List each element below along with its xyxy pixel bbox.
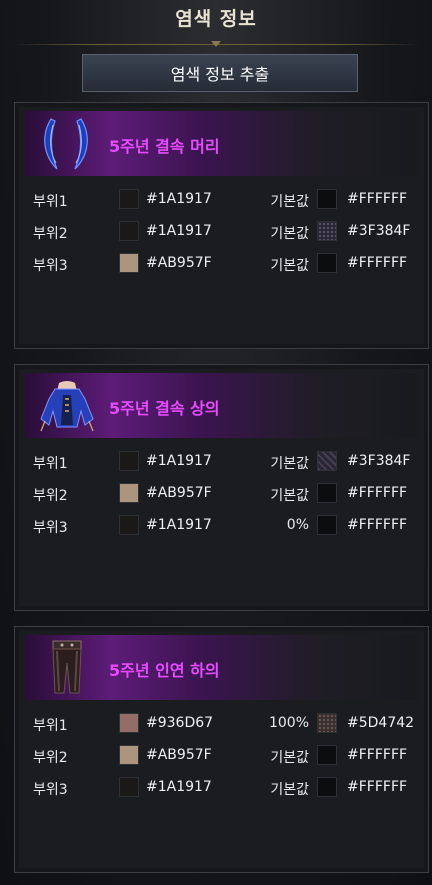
dye-part-row: 부위1 #936D67 100% #5D4742 — [33, 713, 428, 735]
color-swatch[interactable] — [119, 713, 139, 733]
pattern-hex: #FFFFFF — [347, 747, 408, 763]
part-label: 부위2 — [33, 226, 68, 242]
pattern-hex: #5D4742 — [347, 715, 415, 731]
item-name: 5주년 결속 상의 — [109, 399, 220, 418]
color-hex: #1A1917 — [146, 223, 212, 239]
pattern-hex: #FFFFFF — [347, 517, 408, 533]
dye-part-row: 부위3 #1A1917 0% #FFFFFF — [33, 515, 428, 537]
color-swatch[interactable] — [119, 451, 139, 471]
color-hex: #AB957F — [146, 255, 212, 271]
dress-top-icon — [40, 381, 94, 432]
color-hex: #1A1917 — [146, 779, 212, 795]
part-value: 기본값 — [270, 456, 309, 472]
color-swatch[interactable] — [119, 483, 139, 503]
pattern-hex: #3F384F — [347, 223, 411, 239]
dye-part-row: 부위1 #1A1917 기본값 #3F384F — [33, 451, 428, 473]
color-hex: #1A1917 — [146, 517, 212, 533]
color-hex: #936D67 — [146, 715, 214, 731]
part-value: 기본값 — [270, 226, 309, 242]
dye-part-row: 부위3 #AB957F 기본값 #FFFFFF — [33, 253, 428, 275]
color-hex: #AB957F — [146, 485, 212, 501]
pattern-swatch[interactable] — [317, 483, 337, 503]
dye-part-row: 부위1 #1A1917 기본값 #FFFFFF — [33, 189, 428, 211]
pattern-swatch[interactable] — [317, 745, 337, 765]
pattern-swatch[interactable] — [317, 221, 337, 241]
item-panel-top: 5주년 결속 상의 부위1 #1A1917 기본값 #3F384F 부위2 #A… — [14, 364, 429, 611]
pattern-swatch[interactable] — [317, 253, 337, 273]
part-label: 부위1 — [33, 456, 68, 472]
color-swatch[interactable] — [119, 745, 139, 765]
color-hex: #1A1917 — [146, 191, 212, 207]
title-notch-icon — [211, 41, 221, 47]
item-name: 5주년 결속 머리 — [109, 137, 220, 156]
pants-icon — [52, 640, 82, 694]
part-value: 기본값 — [270, 782, 309, 798]
part-label: 부위1 — [33, 718, 68, 734]
pattern-swatch[interactable] — [317, 451, 337, 471]
dye-part-row: 부위3 #1A1917 기본값 #FFFFFF — [33, 777, 428, 799]
part-label: 부위1 — [33, 194, 68, 210]
pattern-swatch[interactable] — [317, 515, 337, 535]
part-value: 기본값 — [270, 194, 309, 210]
part-label: 부위3 — [33, 258, 68, 274]
item-panel-bottom: 5주년 인연 하의 부위1 #936D67 100% #5D4742 부위2 #… — [14, 626, 429, 873]
color-hex: #AB957F — [146, 747, 212, 763]
pattern-hex: #FFFFFF — [347, 485, 408, 501]
pattern-hex: #FFFFFF — [347, 191, 408, 207]
pattern-swatch[interactable] — [317, 189, 337, 209]
color-swatch[interactable] — [119, 221, 139, 241]
dye-part-row: 부위2 #AB957F 기본값 #FFFFFF — [33, 483, 428, 505]
item-name: 5주년 인연 하의 — [109, 661, 220, 680]
part-value: 기본값 — [270, 258, 309, 274]
pattern-hex: #3F384F — [347, 453, 411, 469]
color-swatch[interactable] — [119, 777, 139, 797]
color-swatch[interactable] — [119, 515, 139, 535]
pattern-swatch[interactable] — [317, 713, 337, 733]
extract-dye-info-button[interactable]: 염색 정보 추출 — [82, 54, 358, 92]
pattern-hex: #FFFFFF — [347, 255, 408, 271]
pattern-hex: #FFFFFF — [347, 779, 408, 795]
horns-icon — [44, 118, 88, 170]
part-value: 기본값 — [270, 750, 309, 766]
window-title: 염색 정보 — [175, 8, 257, 30]
item-panel-head: 5주년 결속 머리 부위1 #1A1917 기본값 #FFFFFF 부위2 #1… — [14, 102, 429, 349]
color-hex: #1A1917 — [146, 453, 212, 469]
dye-part-row: 부위2 #1A1917 기본값 #3F384F — [33, 221, 428, 243]
part-label: 부위2 — [33, 488, 68, 504]
part-label: 부위2 — [33, 750, 68, 766]
part-value: 0% — [286, 517, 309, 533]
part-value: 기본값 — [270, 488, 309, 504]
color-swatch[interactable] — [119, 253, 139, 273]
pattern-swatch[interactable] — [317, 777, 337, 797]
part-label: 부위3 — [33, 520, 68, 536]
dye-part-row: 부위2 #AB957F 기본값 #FFFFFF — [33, 745, 428, 767]
dye-info-window: 염색 정보 염색 정보 추출 5주년 결속 머리 부위1 #1A1917 기본값… — [0, 0, 432, 885]
color-swatch[interactable] — [119, 189, 139, 209]
part-label: 부위3 — [33, 782, 68, 798]
part-value: 100% — [268, 715, 309, 731]
